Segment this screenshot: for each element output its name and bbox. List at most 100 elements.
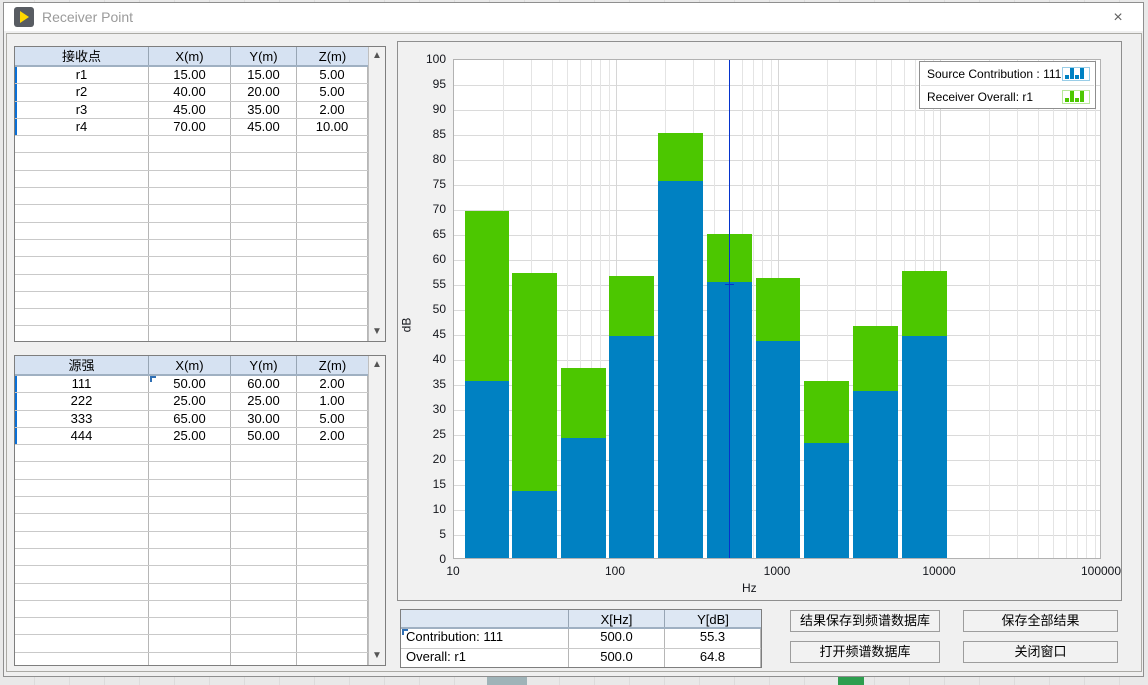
cell[interactable] [149, 153, 231, 169]
cell[interactable] [15, 618, 149, 634]
cell[interactable] [231, 188, 297, 204]
cell[interactable] [149, 205, 231, 221]
table-row[interactable] [15, 462, 368, 479]
cell[interactable] [297, 480, 368, 496]
cell[interactable]: 10.00 [297, 119, 368, 135]
table-row[interactable]: 11150.0060.002.00 [15, 376, 368, 393]
table-row[interactable] [15, 584, 368, 601]
cell[interactable] [15, 240, 149, 256]
close-icon[interactable]: × [1107, 7, 1129, 29]
cell[interactable]: r3 [15, 102, 149, 118]
cell[interactable]: 25.00 [231, 393, 297, 409]
cell[interactable] [297, 549, 368, 565]
receiver-point-table[interactable]: 接收点X(m)Y(m)Z(m) r115.0015.005.00r240.002… [14, 46, 386, 342]
cell[interactable]: 444 [15, 428, 149, 444]
cell[interactable]: 40.00 [149, 84, 231, 100]
table-row[interactable] [15, 257, 368, 274]
table-row[interactable] [15, 171, 368, 188]
table-row[interactable] [15, 136, 368, 153]
cell[interactable] [297, 532, 368, 548]
cell[interactable] [15, 480, 149, 496]
cell[interactable]: Contribution: 111 [401, 629, 569, 648]
cell[interactable]: 65.00 [149, 411, 231, 427]
cell[interactable]: 111 [15, 376, 149, 392]
source-table-scrollbar[interactable]: ▲ ▼ [368, 356, 385, 665]
table-row[interactable] [15, 153, 368, 170]
cell[interactable] [297, 240, 368, 256]
source-strength-table[interactable]: 源强X(m)Y(m)Z(m) 11150.0060.002.0022225.00… [14, 355, 386, 666]
table-row[interactable]: r240.0020.005.00 [15, 84, 368, 101]
cell[interactable] [231, 549, 297, 565]
scroll-down-icon[interactable]: ▼ [369, 324, 385, 340]
table-row[interactable] [15, 205, 368, 222]
cell[interactable]: 5.00 [297, 411, 368, 427]
cell[interactable] [149, 309, 231, 325]
table-row[interactable]: r115.0015.005.00 [15, 67, 368, 84]
table-row[interactable] [15, 275, 368, 292]
cell[interactable]: 500.0 [569, 649, 665, 668]
cell[interactable] [297, 171, 368, 187]
cell[interactable]: 2.00 [297, 376, 368, 392]
cell[interactable] [149, 549, 231, 565]
cell[interactable] [149, 257, 231, 273]
cell[interactable]: r2 [15, 84, 149, 100]
cell[interactable]: 25.00 [149, 393, 231, 409]
cell[interactable] [15, 462, 149, 478]
cell[interactable] [15, 326, 149, 342]
table-row[interactable] [15, 480, 368, 497]
cell[interactable] [149, 497, 231, 513]
cell[interactable] [149, 445, 231, 461]
table-row[interactable] [15, 309, 368, 326]
table-row[interactable] [15, 601, 368, 618]
table-row[interactable]: r470.0045.0010.00 [15, 119, 368, 136]
cell[interactable]: 15.00 [149, 67, 231, 83]
cell[interactable] [297, 292, 368, 308]
cell[interactable] [231, 171, 297, 187]
open-spectrum-db-button[interactable]: 打开频谱数据库 [790, 641, 940, 663]
cell[interactable] [149, 480, 231, 496]
close-window-button[interactable]: 关闭窗口 [963, 641, 1118, 663]
cell[interactable]: 500.0 [569, 629, 665, 648]
cell[interactable]: 5.00 [297, 67, 368, 83]
cell[interactable] [231, 601, 297, 617]
cell[interactable] [231, 292, 297, 308]
cell[interactable] [297, 257, 368, 273]
cell[interactable] [15, 136, 149, 152]
cell[interactable] [15, 445, 149, 461]
cell[interactable] [297, 275, 368, 291]
cell[interactable] [297, 326, 368, 342]
cell[interactable] [297, 462, 368, 478]
cell[interactable]: 64.8 [665, 649, 761, 668]
cell[interactable] [231, 136, 297, 152]
cell[interactable] [15, 514, 149, 530]
cell[interactable]: 15.00 [231, 67, 297, 83]
save-result-to-spectrum-db-button[interactable]: 结果保存到频谱数据库 [790, 610, 940, 632]
cell[interactable] [15, 549, 149, 565]
cell[interactable] [149, 188, 231, 204]
table-row[interactable] [15, 514, 368, 531]
cell[interactable] [15, 188, 149, 204]
table-row[interactable] [15, 292, 368, 309]
cell[interactable] [149, 292, 231, 308]
scroll-up-icon[interactable]: ▲ [369, 357, 385, 373]
cell[interactable] [15, 171, 149, 187]
cell[interactable] [231, 326, 297, 342]
cell[interactable] [297, 205, 368, 221]
cell[interactable] [231, 205, 297, 221]
cell[interactable] [297, 618, 368, 634]
cell[interactable]: 50.00 [231, 428, 297, 444]
cell[interactable] [297, 653, 368, 666]
cell[interactable] [231, 514, 297, 530]
cursor-readout-table[interactable]: X[Hz]Y[dB] Contribution: 111500.055.3Ove… [400, 609, 762, 668]
cell[interactable]: 25.00 [149, 428, 231, 444]
cell[interactable] [231, 257, 297, 273]
cell[interactable] [149, 136, 231, 152]
cell[interactable] [297, 601, 368, 617]
table-row[interactable] [15, 240, 368, 257]
cell[interactable] [149, 601, 231, 617]
cell[interactable] [231, 223, 297, 239]
cell[interactable] [297, 153, 368, 169]
cell[interactable]: 70.00 [149, 119, 231, 135]
cell[interactable] [15, 309, 149, 325]
cell[interactable] [297, 309, 368, 325]
